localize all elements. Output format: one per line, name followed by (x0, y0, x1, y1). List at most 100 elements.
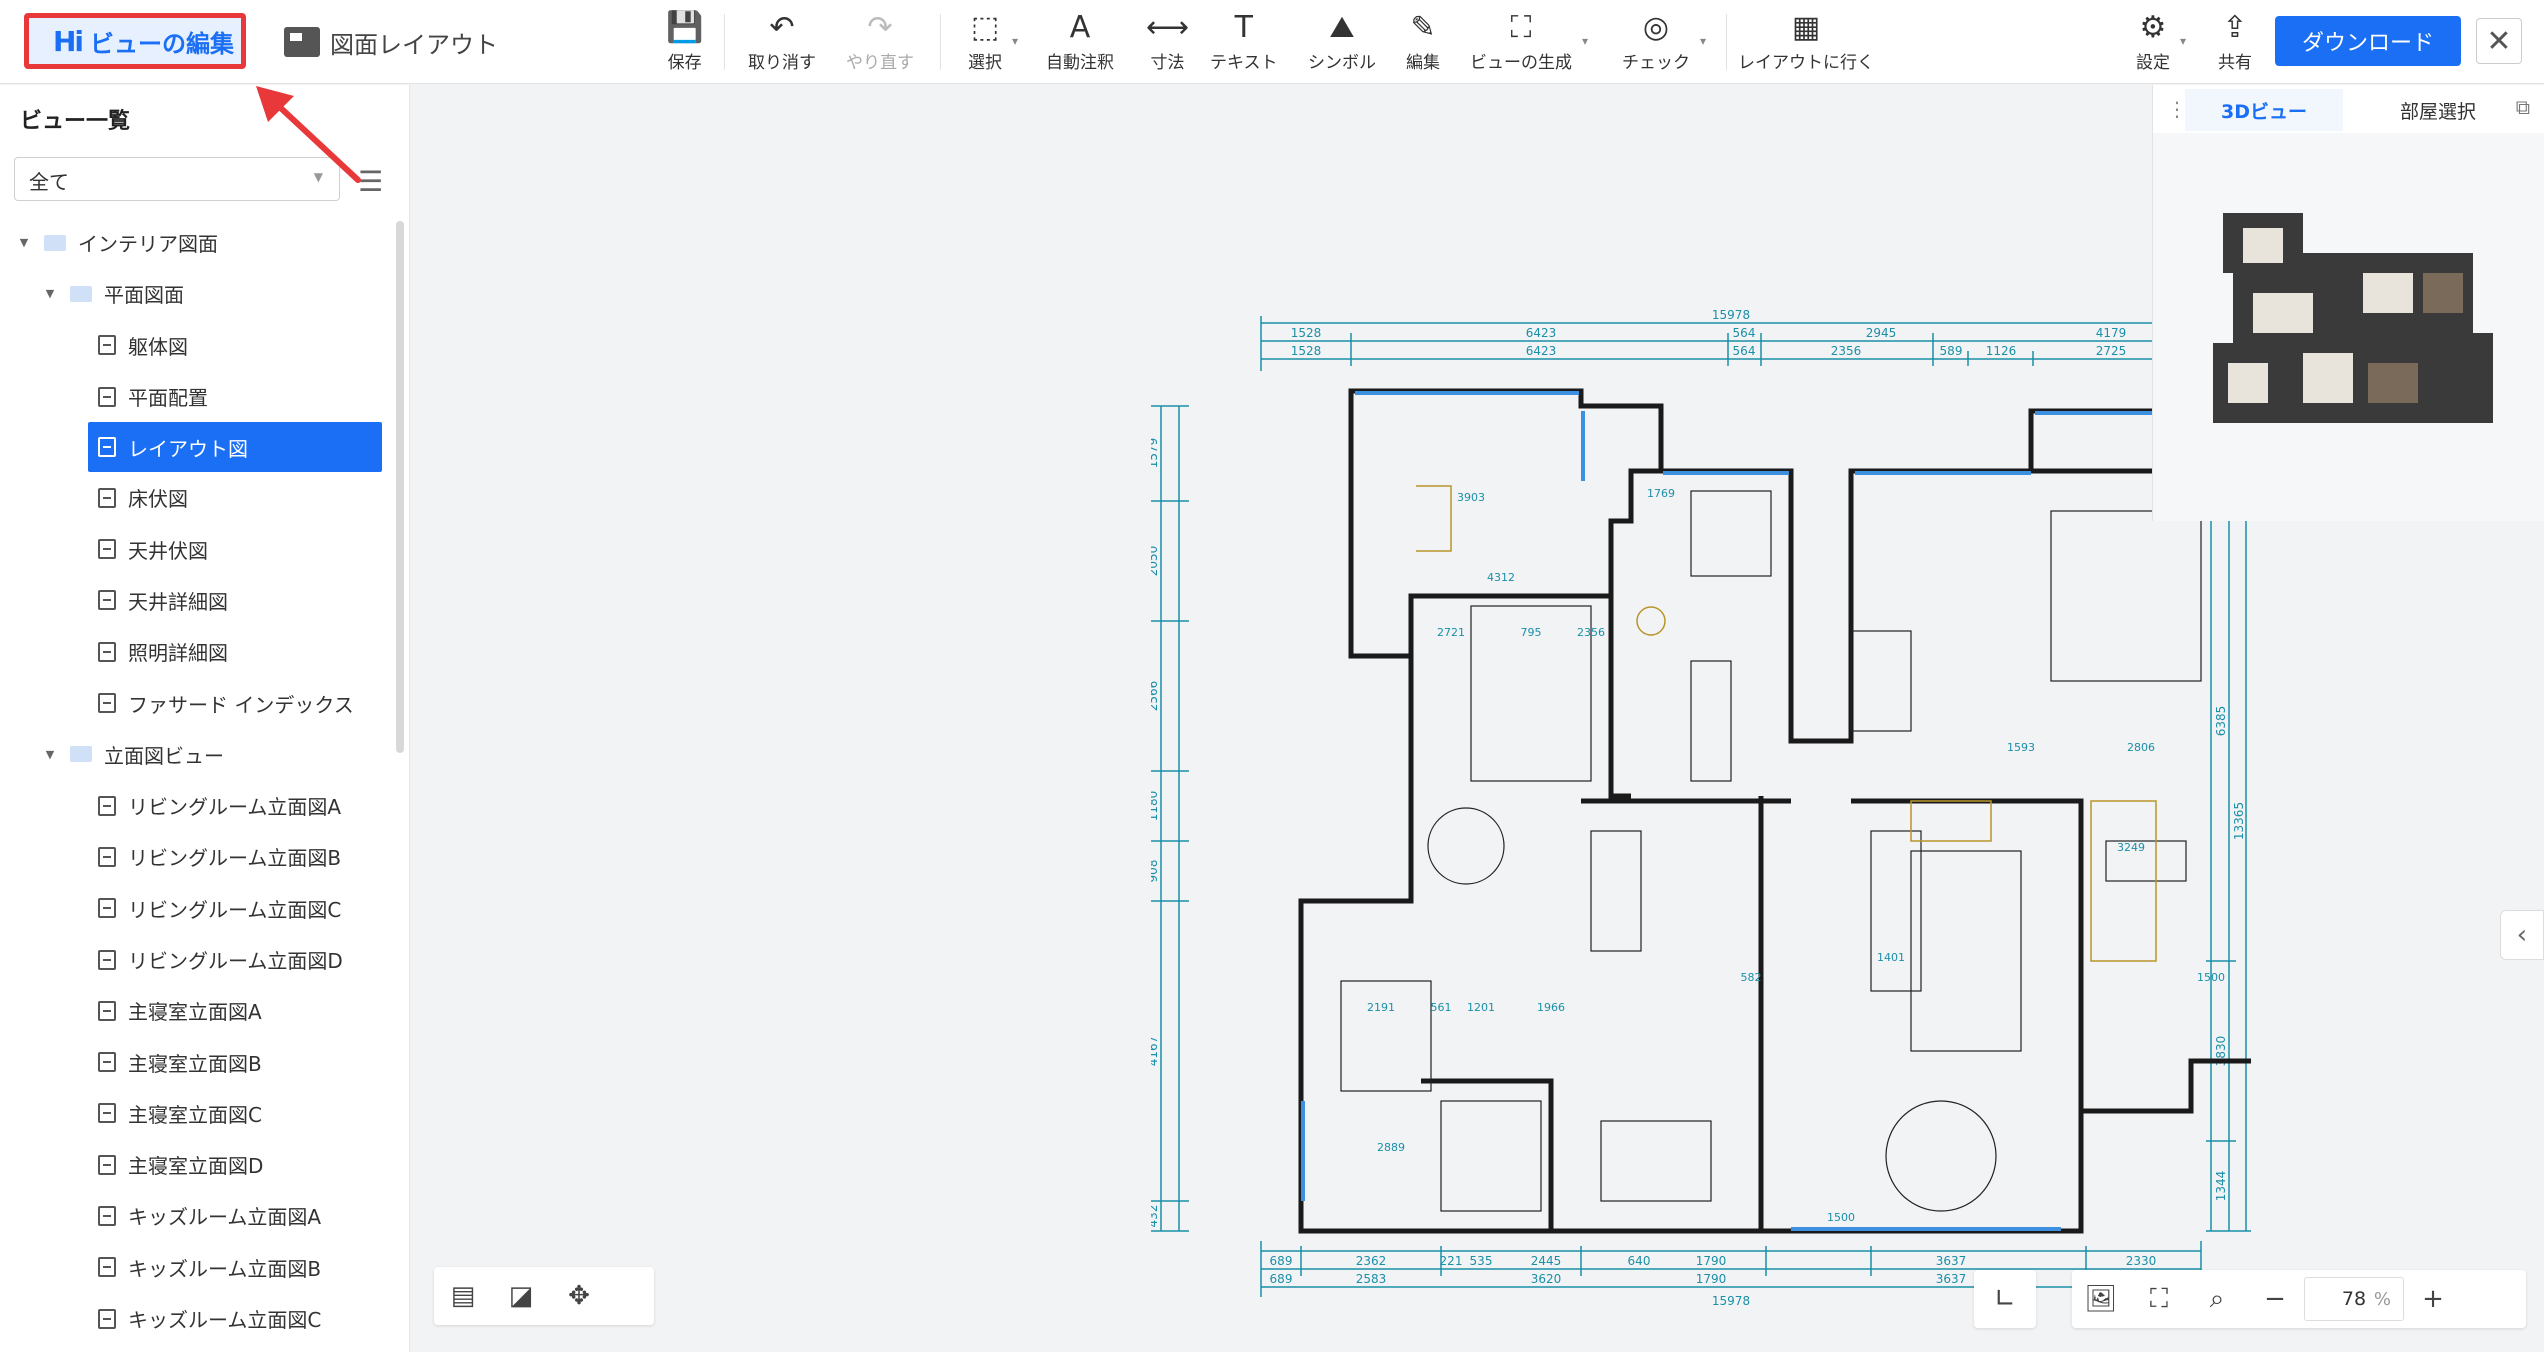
elevation-icon (98, 1154, 116, 1175)
dim-left-5: 908 (1151, 860, 1160, 883)
dim-top-r2-1: 1528 (1291, 344, 1322, 358)
tree-item[interactable]: 平面配置 (0, 371, 398, 422)
dim-top-r2-7: 2725 (2096, 344, 2127, 358)
tree-folder[interactable]: ▼ 立面図ビュー (0, 729, 398, 780)
generate-view-button[interactable]: ⛶ ビューの生成 ▾ (1470, 10, 1588, 74)
edit-button[interactable]: ✎ 編集 (1406, 10, 1440, 74)
tree-item[interactable]: キッズルーム立面図A (0, 1190, 398, 1241)
symbol-button[interactable]: ⛰ シンボル (1308, 10, 1376, 74)
dim-bottom-3: 221 (1440, 1254, 1463, 1268)
room-dim-16: 1966 (1537, 1001, 1565, 1014)
dim-bottom-2: 2362 (1356, 1254, 1387, 1268)
room-dim-1: 3903 (1457, 491, 1485, 504)
tree-item[interactable]: リビングルーム立面図B (0, 831, 398, 882)
fit-view-button[interactable]: ⛶ (2130, 1272, 2188, 1326)
dim-bottom-6: 640 (1628, 1254, 1651, 1268)
sidebar-scrollbar[interactable] (396, 221, 404, 753)
room-dim-3: 2721 (1437, 626, 1465, 639)
tree-item[interactable]: リビングルーム立面図D (0, 934, 398, 985)
text-button[interactable]: T テキスト (1210, 10, 1278, 74)
tree-item[interactable]: 天井伏図 (0, 523, 398, 574)
fit-view-icon: ⛶ (2149, 1283, 2169, 1314)
tree-item-label: リビングルーム立面図C (128, 897, 342, 922)
chevron-down-icon[interactable]: ▼ (14, 236, 34, 249)
settings-button[interactable]: ⚙ 設定 ▾ (2136, 10, 2186, 74)
legend-button[interactable]: ▤ (434, 1269, 492, 1323)
tree-item[interactable]: 主寝室立面図D (0, 1139, 398, 1190)
tree-item[interactable]: 床伏図 (0, 472, 398, 523)
tree-folder[interactable]: ▼ インテリア図面 (0, 217, 398, 268)
plan-icon (98, 641, 116, 662)
tree-item[interactable]: 主寝室立面図A (0, 985, 398, 1036)
tree-item[interactable]: 躯体図 (0, 320, 398, 371)
tree-item[interactable]: 主寝室立面図C (0, 1088, 398, 1139)
plan-icon (98, 437, 116, 458)
annotation-arrow (256, 86, 361, 183)
download-button[interactable]: ダウンロード (2275, 16, 2461, 66)
axis-button[interactable]: ∟ (1976, 1272, 2034, 1326)
tree-item-label: レイアウト図 (128, 436, 248, 461)
tree-item[interactable]: 天井詳細図 (0, 575, 398, 626)
chevron-down-icon[interactable]: ▼ (40, 287, 60, 300)
folder-icon (70, 746, 92, 763)
floor-plan[interactable]: 15978 1528 6423 564 2945 4179 1528 6423 … (1151, 221, 2251, 1351)
tab-3d-view[interactable]: 3Dビュー (2185, 89, 2343, 131)
zoom-area-button[interactable]: ⌕ (2188, 1272, 2246, 1326)
drawing-layout-button[interactable]: 図面レイアウト (284, 24, 498, 60)
select-icon: ⬚ (970, 10, 1000, 45)
edit-view-button[interactable]: Hi ビューの編集 (24, 13, 246, 69)
plan-icon (98, 590, 116, 611)
3d-model-view[interactable] (2153, 133, 2544, 521)
dimension-button[interactable]: ⟷ 寸法 (1146, 10, 1189, 74)
go-layout-button[interactable]: ▦ レイアウトに行く (1738, 10, 1874, 74)
tree-item[interactable]: 照明詳細図 (0, 626, 398, 677)
elevation-icon (98, 1052, 116, 1073)
undo-button[interactable]: ↶ 取り消す (748, 10, 816, 74)
redo-button[interactable]: ↷ やり直す (846, 10, 914, 74)
bottom-left-toolbar: ▤ ◪ ✥ (434, 1267, 654, 1325)
tree-item-label: 平面図面 (104, 283, 184, 308)
dim-top-r2-6: 1126 (1986, 344, 2017, 358)
view-tree: ▼ インテリア図面 ▼ 平面図面 躯体図 平面配置 レイアウト図 床伏図 天井伏図 天井詳細図 照明… (0, 217, 398, 1344)
chevron-down-icon[interactable]: ▼ (40, 748, 60, 761)
chevron-down-icon: ▾ (2179, 34, 2186, 48)
room-dim-12: 2191 (1367, 1001, 1395, 1014)
tree-item[interactable]: レイアウト図 (88, 422, 382, 473)
tree-item[interactable]: キッズルーム立面図B (0, 1242, 398, 1293)
furniture-toggle-button[interactable]: ✥ (550, 1269, 608, 1323)
elevation-icon (98, 795, 116, 816)
dim-bottom-4: 535 (1470, 1254, 1493, 1268)
legend-icon: ▤ (450, 1281, 476, 1311)
dim-bottom-outer: 15978 (1712, 1294, 1750, 1308)
zoom-out-button[interactable]: − (2246, 1272, 2304, 1326)
save-button[interactable]: 💾 保存 (666, 10, 703, 74)
tree-item[interactable]: リビングルーム立面図C (0, 883, 398, 934)
tree-item[interactable]: ファサード インデックス (0, 677, 398, 728)
select-button[interactable]: ⬚ 選択 ▾ (968, 10, 1018, 74)
share-icon: ⇪ (2222, 10, 2248, 45)
auto-annotate-button[interactable]: A 自動注釈 (1046, 10, 1114, 74)
check-button[interactable]: ◎ チェック ▾ (1622, 10, 1706, 74)
elevation-icon (98, 1000, 116, 1021)
fill-toggle-button[interactable]: ◪ (492, 1269, 550, 1323)
dim-top-3: 564 (1733, 326, 1756, 340)
elevation-icon (98, 898, 116, 919)
share-button[interactable]: ⇪ 共有 (2218, 10, 2252, 74)
tree-folder[interactable]: ▼ 平面図面 (0, 268, 398, 319)
dim-top-1: 1528 (1291, 326, 1322, 340)
tab-room-select[interactable]: 部屋選択 (2353, 89, 2523, 131)
plan-icon (98, 693, 116, 714)
image-export-button[interactable]: 🖼 (2072, 1272, 2130, 1326)
expand-icon[interactable]: ⧉ (2516, 95, 2530, 119)
dimension-icon: ⟷ (1146, 10, 1190, 45)
plus-icon: + (2422, 1284, 2444, 1314)
dim-left-2: 2050 (1151, 546, 1160, 577)
tree-item[interactable]: キッズルーム立面図C (0, 1293, 398, 1344)
tree-item[interactable]: リビングルーム立面図A (0, 780, 398, 831)
close-button[interactable]: ✕ (2476, 18, 2522, 64)
zoom-in-button[interactable]: + (2404, 1272, 2462, 1326)
tree-item[interactable]: 主寝室立面図B (0, 1036, 398, 1087)
zoom-input[interactable]: 78 % (2304, 1277, 2404, 1321)
right-panel-collapse-button[interactable]: ‹ (2500, 910, 2544, 960)
room-dim-11: 1593 (2007, 741, 2035, 754)
